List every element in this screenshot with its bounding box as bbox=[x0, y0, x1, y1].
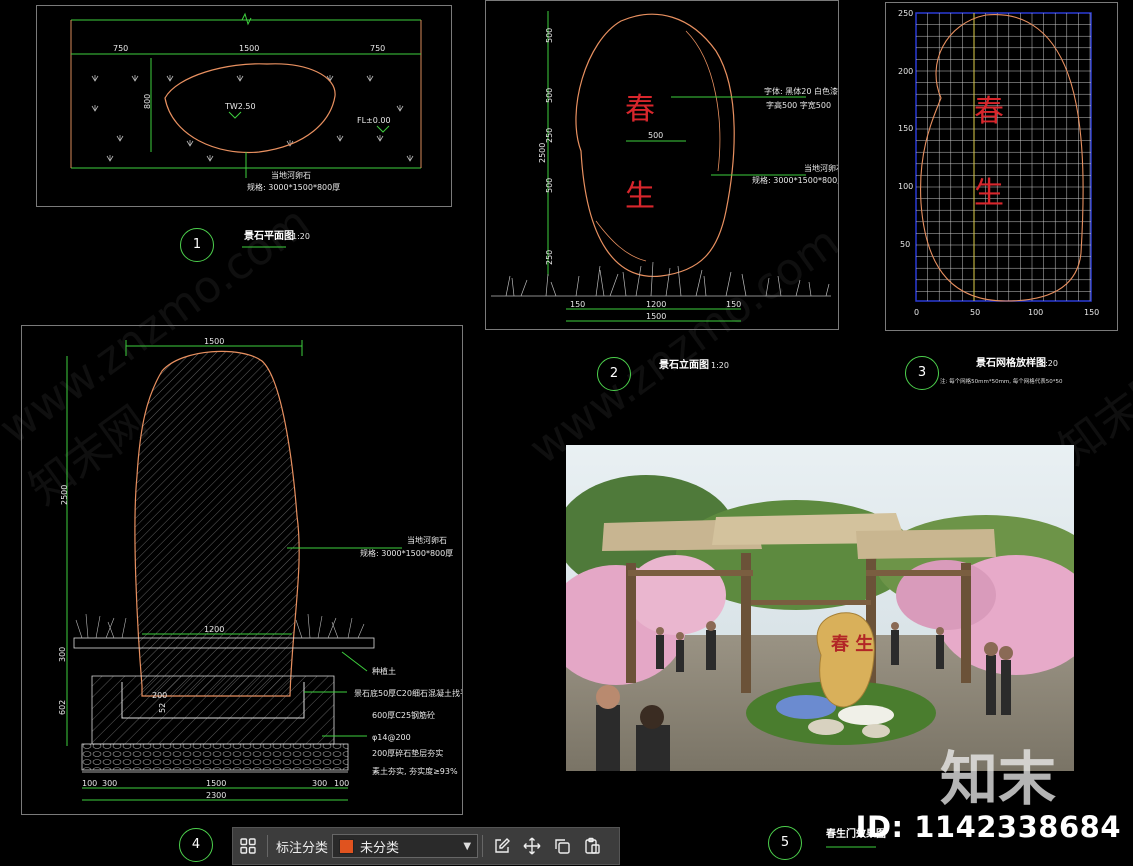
note-sec-spec: 规格: 3000*1500*800厚 bbox=[360, 548, 453, 558]
y-tick-50: 50 bbox=[900, 240, 910, 249]
panel-section: 1500 2500 300 602 1200 200 52 当地河卵石 规格: … bbox=[21, 325, 468, 815]
grid-char-chun: 春 bbox=[974, 94, 1004, 129]
sec-dim-h: 2500 bbox=[60, 485, 69, 505]
note-d: 200厚碎石垫层夯实 bbox=[372, 748, 443, 758]
x-tick-0: 0 bbox=[914, 308, 919, 317]
callout-2: 2 bbox=[597, 357, 631, 391]
copy-icon[interactable] bbox=[547, 832, 577, 860]
x-tick-150: 150 bbox=[1084, 308, 1099, 317]
scale-plan: 1:20 bbox=[292, 232, 310, 241]
label-tw: TW2.50 bbox=[224, 102, 256, 111]
dim-750-right: 750 bbox=[370, 44, 385, 53]
dim-b3: 150 bbox=[726, 300, 741, 309]
y-tick-100: 100 bbox=[898, 182, 913, 191]
toolbar-divider bbox=[267, 835, 268, 857]
callout-5: 5 bbox=[768, 826, 802, 860]
dim-total: 2500 bbox=[538, 143, 547, 163]
dim-v1: 500 bbox=[545, 28, 554, 43]
sec-dim-b1: 100 bbox=[82, 779, 97, 788]
note-b: 600厚C25钢筋砼 bbox=[372, 710, 435, 720]
dim-v3: 250 bbox=[545, 128, 554, 143]
note-stone-spec: 规格: 3000*1500*800厚 bbox=[752, 175, 838, 185]
label-fl: FL±0.00 bbox=[357, 116, 391, 125]
dim-b1: 150 bbox=[570, 300, 585, 309]
scale-grid: 1:20 bbox=[1040, 359, 1058, 368]
sec-dim-1200: 1200 bbox=[204, 625, 224, 634]
annotation-toolbar: 标注分类 未分类 ▼ bbox=[232, 827, 620, 865]
panel-grid: 春 生 250 200 150 100 50 0 50 100 150 bbox=[885, 2, 1118, 331]
char-sheng: 生 bbox=[625, 179, 655, 214]
toolbar-divider bbox=[482, 835, 484, 857]
sec-dim-52: 52 bbox=[158, 703, 167, 713]
category-label: 标注分类 bbox=[276, 840, 329, 856]
dim-750-left: 750 bbox=[113, 44, 128, 53]
sec-dim-300: 300 bbox=[58, 647, 67, 662]
x-tick-100: 100 bbox=[1028, 308, 1043, 317]
note-char-size: 字高500 字宽500 bbox=[766, 100, 831, 110]
callout-3: 3 bbox=[905, 356, 939, 390]
note-a: 景石底50厚C20细石混凝土找平 bbox=[354, 688, 462, 698]
dim-char-width: 500 bbox=[648, 131, 663, 140]
callout-1: 1 bbox=[180, 228, 214, 262]
dim-v2: 500 bbox=[545, 88, 554, 103]
y-tick-250: 250 bbox=[898, 9, 913, 18]
sign-text: 春 生 bbox=[831, 633, 873, 655]
paste-icon[interactable] bbox=[577, 832, 607, 860]
dim-1500: 1500 bbox=[239, 44, 259, 53]
note-sec-stone: 当地河卵石 bbox=[407, 535, 447, 545]
category-select-value: 未分类 bbox=[360, 840, 400, 856]
category-color-swatch bbox=[339, 838, 355, 854]
note-river-stone: 当地河卵石 bbox=[271, 170, 311, 180]
note-stone: 当地河卵石 bbox=[804, 163, 838, 173]
x-tick-50: 50 bbox=[970, 308, 980, 317]
note-c: φ14@200 bbox=[372, 733, 411, 742]
dim-b2: 1200 bbox=[646, 300, 666, 309]
sec-dim-top: 1500 bbox=[204, 337, 224, 346]
znzmo-logo: 知末 bbox=[940, 745, 1057, 813]
rendering-image: 春 生 bbox=[566, 445, 1074, 771]
note-e: 素土夯实, 夯实度≥93% bbox=[372, 766, 458, 776]
grid-char-sheng: 生 bbox=[974, 176, 1004, 211]
dim-v4: 500 bbox=[545, 178, 554, 193]
dim-b-total: 1500 bbox=[646, 312, 666, 321]
callout-4: 4 bbox=[179, 828, 213, 862]
sec-dim-total: 2300 bbox=[206, 791, 226, 800]
panel-plan: 750 1500 750 800 TW2.50 FL±0.00 当地河卵石 规格… bbox=[36, 5, 452, 207]
sec-dim-b3: 1500 bbox=[206, 779, 226, 788]
asset-id: ID: 1142338684 bbox=[855, 810, 1121, 844]
panel-elevation: 500 500 250 500 250 2500 春 生 500 字体: 黑体2… bbox=[485, 0, 846, 330]
sec-dim-602: 602 bbox=[58, 700, 67, 715]
subtitle-grid: 注: 每个网格50mm*50mm, 每个网格代表50*50 bbox=[940, 377, 1063, 385]
y-tick-150: 150 bbox=[898, 124, 913, 133]
note-font: 字体: 黑体20 白色漆面 bbox=[764, 86, 838, 96]
dim-v5: 250 bbox=[545, 250, 554, 265]
sec-dim-b4: 300 bbox=[312, 779, 327, 788]
chevron-down-icon: ▼ bbox=[463, 840, 472, 852]
grid-menu-icon[interactable] bbox=[233, 832, 263, 860]
sec-dim-b2: 300 bbox=[102, 779, 117, 788]
char-chun: 春 bbox=[625, 92, 655, 127]
y-tick-200: 200 bbox=[898, 67, 913, 76]
title-elevation: 景石立面图 bbox=[659, 358, 709, 371]
note-spec: 规格: 3000*1500*800厚 bbox=[247, 182, 340, 192]
edit-icon[interactable] bbox=[487, 832, 517, 860]
sec-dim-200: 200 bbox=[152, 691, 167, 700]
category-select[interactable]: 未分类 ▼ bbox=[332, 834, 479, 858]
scale-elevation: 1:20 bbox=[711, 361, 729, 370]
sec-dim-b5: 100 bbox=[334, 779, 349, 788]
note-soil: 种植土 bbox=[372, 666, 396, 676]
dim-800: 800 bbox=[143, 94, 152, 109]
move-icon[interactable] bbox=[517, 832, 547, 860]
title-plan: 景石平面图 bbox=[244, 230, 294, 242]
title-grid: 景石网格放样图 bbox=[976, 356, 1046, 369]
